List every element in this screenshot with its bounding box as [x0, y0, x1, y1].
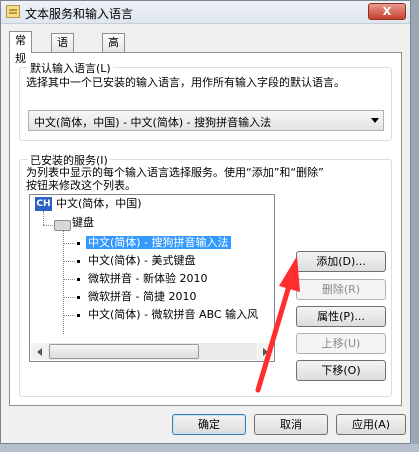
tree-keyboard-node[interactable]: 键盘 [72, 215, 94, 231]
window-title: 文本服务和输入语言 [25, 7, 134, 21]
service-item[interactable]: 微软拼音 - 简捷 2010 [88, 289, 196, 305]
arrow-left-icon [37, 348, 42, 356]
service-item[interactable]: 中文(简体) - 微软拼音 ABC 输入风 [88, 307, 258, 323]
service-item[interactable]: 中文(简体) - 美式键盘 [88, 253, 196, 269]
default-language-selected: 中文(简体，中国) - 中文(简体) - 搜狗拼音输入法 [34, 116, 272, 129]
scroll-left-button[interactable] [31, 343, 48, 360]
remove-button[interactable]: 删除(R) [296, 279, 386, 300]
service-item[interactable]: 微软拼音 - 新体验 2010 [88, 271, 207, 287]
properties-button[interactable]: 属性(P)... [296, 306, 386, 327]
bullet-icon [77, 260, 80, 263]
tab-language-bar[interactable]: 语言栏 [51, 33, 74, 85]
bullet-icon [77, 278, 80, 281]
dialog-window: 文本服务和输入语言 X 常规 语言栏 高级键设置 默认输入语言(L) 选择其中一… [0, 0, 411, 444]
installed-services-description-line1: 为列表中显示的每个输入语言选择服务。使用“添加”和“删除” [26, 166, 324, 179]
default-language-dropdown[interactable]: 中文(简体，中国) - 中文(简体) - 搜狗拼音输入法 [28, 110, 384, 131]
cancel-button[interactable]: 取消 [254, 414, 328, 435]
scrollbar-thumb[interactable] [49, 344, 199, 359]
bullet-icon [77, 296, 80, 299]
title-bar[interactable]: 文本服务和输入语言 X [1, 1, 410, 24]
scroll-right-button[interactable] [256, 343, 273, 360]
text-services-icon [6, 5, 20, 18]
language-badge-icon: CH [35, 197, 52, 211]
move-up-button[interactable]: 上移(U) [296, 333, 386, 354]
tree-language-node[interactable]: 中文(简体，中国) [56, 196, 142, 212]
add-button[interactable]: 添加(D)... [296, 251, 386, 272]
bullet-icon [77, 242, 80, 245]
tab-general[interactable]: 常规 [9, 31, 32, 65]
horizontal-scrollbar[interactable] [31, 343, 273, 360]
tab-advanced-key-settings[interactable]: 高级键设置 [102, 33, 125, 121]
default-language-description: 选择其中一个已安装的输入语言，用作所有输入字段的默认语言。 [26, 76, 345, 89]
ok-button[interactable]: 确定 [172, 414, 246, 435]
installed-services-tree[interactable]: CH 中文(简体，中国) 键盘 中文(简体) - 搜狗拼音输入法 中文(简体) … [29, 194, 275, 362]
apply-button[interactable]: 应用(A) [336, 414, 406, 435]
chevron-down-icon [371, 118, 379, 123]
taskbar-edge [0, 444, 419, 452]
move-down-button[interactable]: 下移(O) [296, 360, 386, 381]
default-language-group: 默认输入语言(L) 选择其中一个已安装的输入语言，用作所有输入字段的默认语言。 … [19, 60, 392, 141]
arrow-right-icon [263, 348, 268, 356]
close-button[interactable]: X [368, 3, 406, 20]
service-item[interactable]: 中文(简体) - 搜狗拼音输入法 [86, 235, 231, 251]
installed-services-description-line2: 按钮来修改这个列表。 [26, 179, 136, 192]
default-language-group-title: 默认输入语言(L) [28, 60, 113, 76]
bullet-icon [77, 314, 80, 317]
